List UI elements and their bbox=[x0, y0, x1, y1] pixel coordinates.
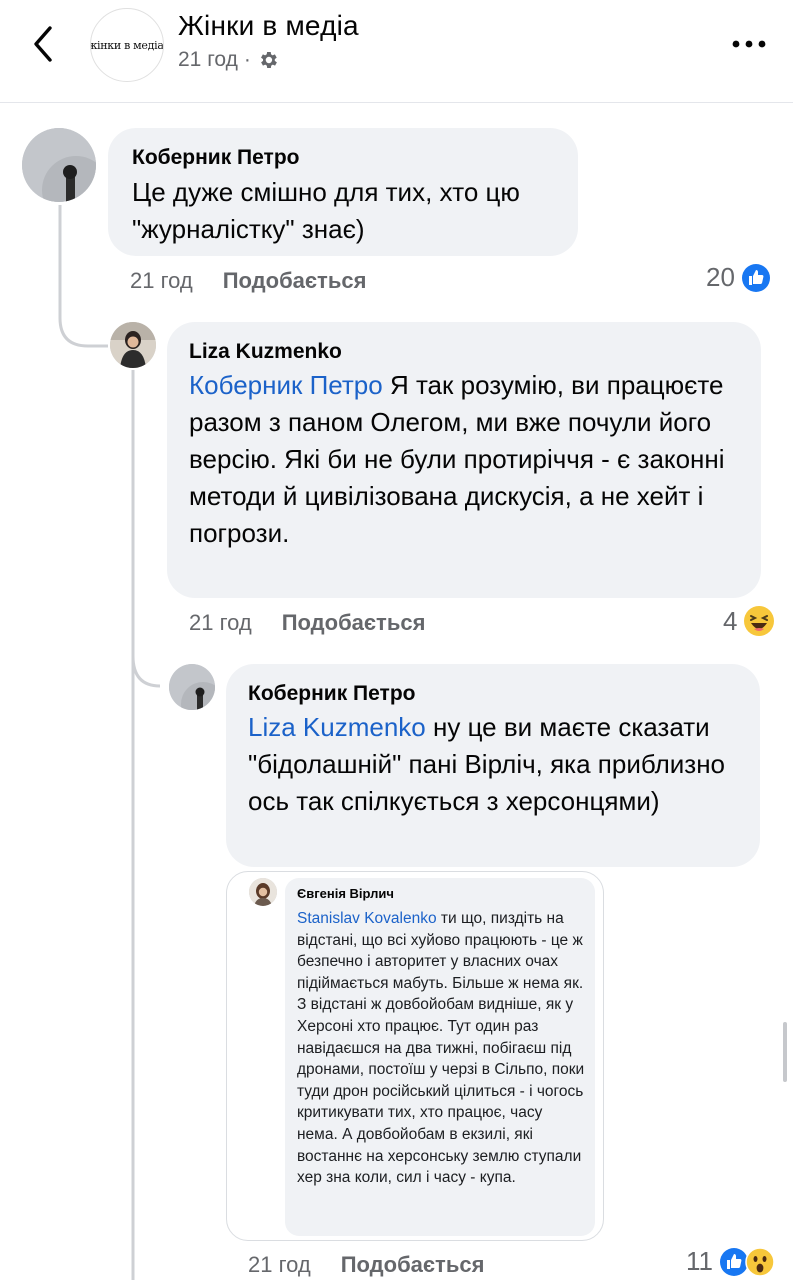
comment-text: Liza Kuzmenko ну це ви маєте сказати "бі… bbox=[248, 709, 748, 820]
like-icon bbox=[741, 263, 770, 292]
reaction-count: 20 bbox=[706, 262, 735, 292]
avatar-image bbox=[249, 878, 277, 906]
comment-bubble[interactable]: Коберник Петро Liza Kuzmenko ну це ви ма… bbox=[226, 664, 760, 867]
comment-time[interactable]: 21 год bbox=[189, 610, 252, 636]
attachment-mention: Stanislav Kovalenko bbox=[297, 910, 437, 927]
avatar[interactable] bbox=[169, 664, 215, 710]
comment-author[interactable]: Коберник Петро bbox=[132, 146, 300, 170]
reaction-count: 11 bbox=[686, 1246, 713, 1276]
attachment-body: ти що, пиздіть на відстані, що всі хуйов… bbox=[297, 910, 585, 1187]
reaction-count: 4 bbox=[723, 605, 738, 636]
comment-text: Це дуже смішно для тих, хто цю "журналіс… bbox=[132, 177, 520, 244]
reaction-summary[interactable]: 11 bbox=[686, 1246, 775, 1277]
comment-meta: 21 год Подобається bbox=[189, 610, 425, 636]
haha-icon bbox=[744, 606, 775, 636]
comment-time[interactable]: 21 год bbox=[248, 1252, 311, 1278]
comment-author[interactable]: Коберник Петро bbox=[248, 682, 416, 706]
like-button[interactable]: Подобається bbox=[282, 610, 426, 636]
attachment-author: Євгенія Вірлич bbox=[297, 886, 394, 901]
attached-image[interactable]: Євгенія Вірлич Stanislav Kovalenko ти що… bbox=[226, 871, 604, 1241]
mention-link[interactable]: Коберник Петро bbox=[189, 370, 383, 400]
comment-bubble[interactable]: Liza Kuzmenko Коберник Петро Я так розум… bbox=[167, 322, 761, 598]
avatar-image bbox=[169, 664, 215, 710]
scrollbar[interactable] bbox=[783, 1022, 787, 1082]
comment-author[interactable]: Liza Kuzmenko bbox=[189, 340, 342, 364]
attachment-avatar bbox=[249, 878, 277, 906]
reaction-summary[interactable]: 4 bbox=[723, 605, 775, 637]
avatar-image bbox=[110, 322, 156, 368]
attachment-text: Stanislav Kovalenko ти що, пиздіть на ві… bbox=[297, 908, 585, 1189]
comment-text: Коберник Петро Я так розумію, ви працюєт… bbox=[189, 367, 744, 552]
comment-bubble[interactable]: Коберник Петро Це дуже смішно для тих, х… bbox=[108, 128, 578, 256]
avatar[interactable] bbox=[22, 128, 96, 202]
comment-meta: 21 год Подобається bbox=[130, 268, 366, 294]
comment-time[interactable]: 21 год bbox=[130, 268, 193, 294]
like-button[interactable]: Подобається bbox=[223, 268, 367, 294]
avatar-image bbox=[22, 128, 96, 202]
like-button[interactable]: Подобається bbox=[341, 1252, 485, 1278]
wow-icon bbox=[745, 1246, 775, 1277]
attachment-comment-bubble: Євгенія Вірлич Stanislav Kovalenko ти що… bbox=[285, 878, 595, 1236]
mention-link[interactable]: Liza Kuzmenko bbox=[248, 712, 426, 742]
reaction-summary[interactable]: 20 bbox=[706, 262, 771, 293]
avatar[interactable] bbox=[110, 322, 156, 368]
comment-meta: 21 год Подобається bbox=[248, 1252, 484, 1278]
